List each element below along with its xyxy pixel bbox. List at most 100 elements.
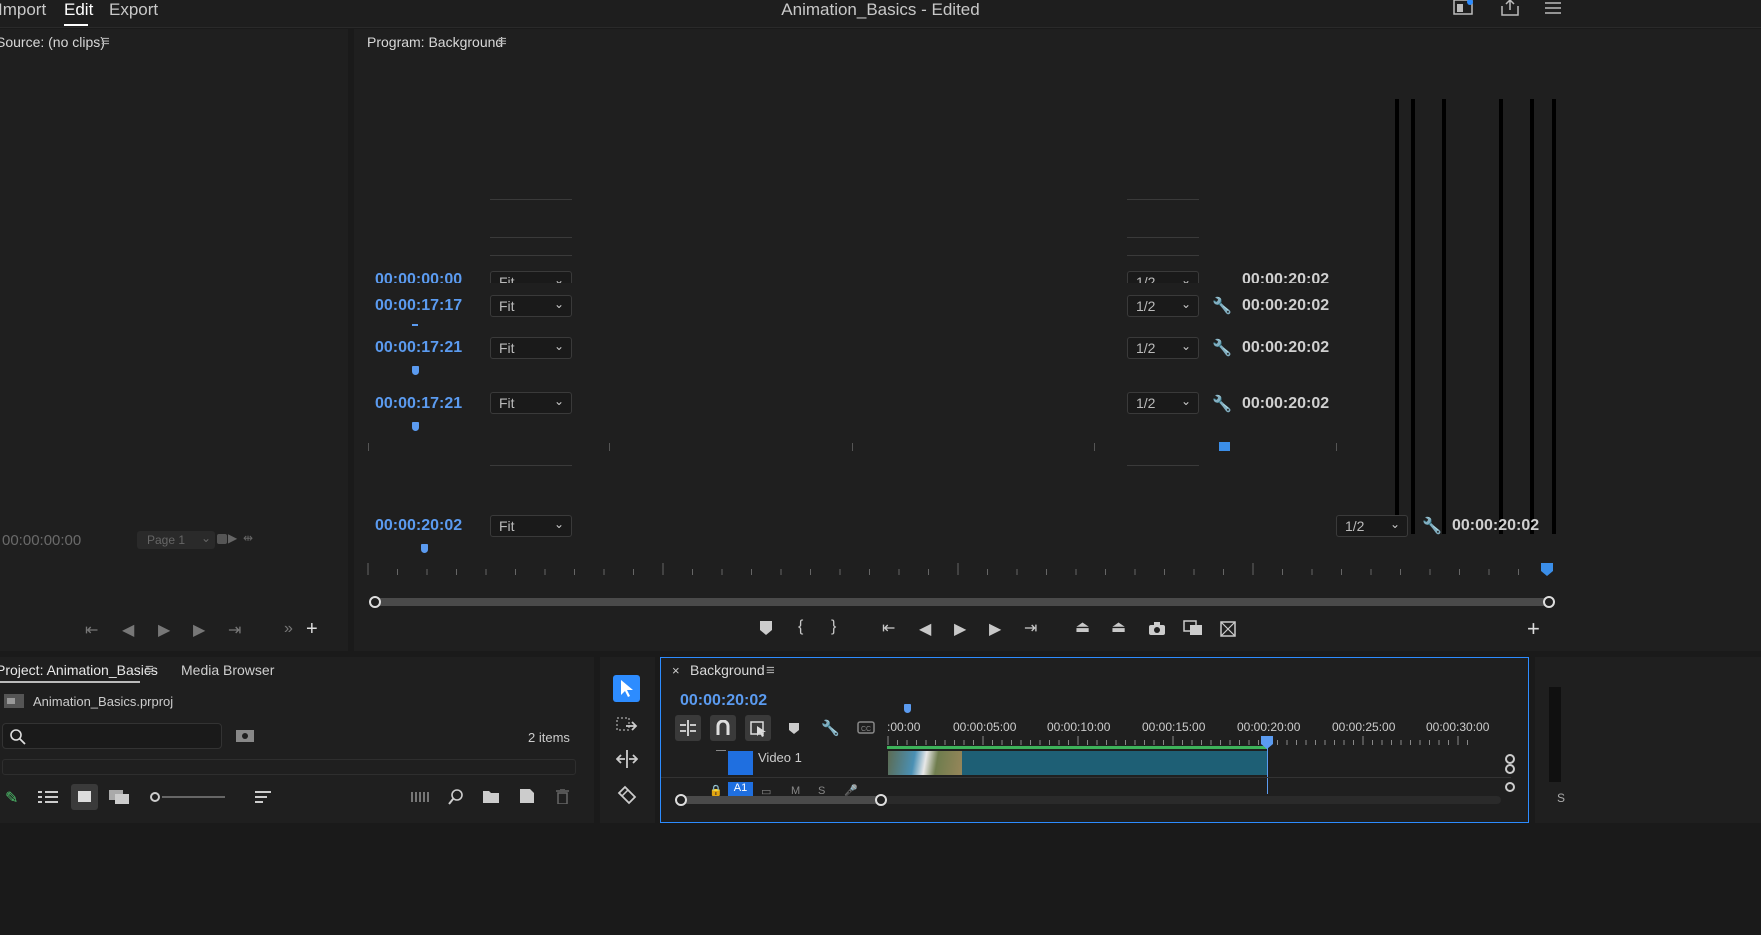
ripple-icon[interactable]: [616, 750, 638, 768]
snap-button[interactable]: [710, 715, 736, 741]
more-icon[interactable]: »: [284, 620, 293, 638]
new-bin-icon[interactable]: [483, 790, 499, 803]
nest-toggle-button[interactable]: [675, 715, 701, 741]
menu-export[interactable]: Export: [109, 0, 158, 20]
share-icon[interactable]: [1500, 0, 1520, 16]
selection-tool[interactable]: [613, 675, 640, 702]
clip-thumbnail: [888, 751, 962, 775]
button-editor-icon[interactable]: +: [1527, 616, 1540, 642]
row2-res-dropdown[interactable]: 1/2 ⌄: [1127, 337, 1199, 359]
pencil-icon[interactable]: ✎: [5, 788, 18, 808]
wrench-icon[interactable]: 🔧: [1212, 296, 1232, 316]
mark-out-icon[interactable]: }: [831, 618, 836, 636]
extract-icon[interactable]: ⏏: [1111, 617, 1126, 637]
timeline-settings-wrench-icon[interactable]: 🔧: [821, 719, 840, 737]
wrench-icon[interactable]: 🔧: [1212, 394, 1232, 414]
close-timeline-icon[interactable]: ×: [672, 663, 680, 678]
row3-fit-dropdown[interactable]: Fit ⌄: [490, 392, 572, 414]
project-menu-icon[interactable]: ≡: [145, 661, 154, 678]
go-to-in-icon[interactable]: ⇤: [882, 618, 895, 638]
workspace-icon[interactable]: [1453, 0, 1475, 16]
timeline-title[interactable]: Background: [690, 662, 765, 678]
timeline-menu-icon[interactable]: ≡: [766, 662, 775, 679]
track-select-icon[interactable]: [616, 717, 638, 735]
program-ruler[interactable]: [364, 561, 1554, 583]
audio-vscroll-knob[interactable]: [1505, 782, 1515, 792]
captions-icon[interactable]: CC: [857, 721, 875, 734]
find-icon[interactable]: [448, 789, 464, 805]
step-forward-icon[interactable]: ▶: [193, 620, 205, 640]
media-browser-tab[interactable]: Media Browser: [181, 662, 274, 678]
next-page-icon[interactable]: ▶: [228, 531, 237, 545]
page-select[interactable]: Page 1 ⌄: [137, 531, 215, 549]
zoom-slider-track[interactable]: [162, 796, 225, 798]
fit-page-icon[interactable]: ⇹: [243, 531, 253, 545]
add-button-icon[interactable]: +: [306, 618, 318, 641]
program-menu-icon[interactable]: ≡: [498, 33, 507, 50]
sort-icon[interactable]: [255, 791, 271, 803]
freeform-view-icon[interactable]: [109, 790, 131, 804]
a1-source-toggle[interactable]: A1: [728, 782, 753, 796]
scrollbar-left-handle[interactable]: [369, 596, 381, 608]
zoom-slider-knob[interactable]: [150, 792, 160, 802]
row3-res-dropdown[interactable]: 1/2 ⌄: [1127, 392, 1199, 414]
chevron-down-icon: ⌄: [1180, 273, 1191, 283]
step-back-icon[interactable]: ◀: [122, 620, 134, 640]
proxy-toggle-icon[interactable]: [1220, 621, 1236, 637]
find-bin-icon[interactable]: [236, 728, 254, 742]
settings-wrench-icon[interactable]: 🔧: [1422, 516, 1442, 536]
menu-edit[interactable]: Edit: [64, 0, 93, 20]
row1-fit-label: Fit: [499, 298, 515, 314]
timeline-timecode[interactable]: 00:00:20:02: [680, 692, 767, 710]
icon-view-button[interactable]: [71, 784, 98, 810]
render-bar: [1530, 99, 1534, 534]
razor-icon[interactable]: [617, 785, 637, 805]
step-forward-icon[interactable]: ▶: [989, 619, 1001, 639]
source-menu-icon[interactable]: ≡: [101, 33, 110, 50]
row1-res-dropdown[interactable]: 1/2 ⌄: [1127, 295, 1199, 317]
camera-icon[interactable]: [1148, 622, 1166, 636]
menu-icon[interactable]: [1545, 0, 1561, 16]
go-to-out-icon[interactable]: ⇥: [228, 620, 241, 640]
add-marker-icon[interactable]: [759, 620, 773, 636]
vscroll-top-knob[interactable]: [1505, 754, 1515, 764]
v1-target-toggle[interactable]: [728, 751, 753, 775]
project-list-area[interactable]: [2, 759, 576, 775]
row2-fit-dropdown[interactable]: Fit ⌄: [490, 337, 572, 359]
program-timecode[interactable]: 00:00:20:02: [375, 517, 462, 535]
render-bar: [1442, 99, 1446, 534]
hscroll-left-handle[interactable]: [675, 794, 687, 806]
timeline-clip[interactable]: [888, 751, 1268, 775]
play-icon[interactable]: ▶: [954, 619, 966, 639]
menu-import[interactable]: Import: [0, 0, 46, 20]
add-marker-icon[interactable]: [788, 722, 800, 735]
search-input[interactable]: [2, 723, 222, 749]
new-item-icon[interactable]: [520, 789, 534, 803]
lift-icon[interactable]: ⏏: [1075, 617, 1090, 637]
go-to-out-icon[interactable]: ⇥: [1024, 618, 1037, 638]
project-tab[interactable]: Project: Animation_Basics: [0, 662, 158, 678]
vscroll-bottom-knob[interactable]: [1505, 764, 1515, 774]
scrollbar-right-handle[interactable]: [1543, 596, 1555, 608]
comparison-view-icon[interactable]: [1183, 620, 1203, 636]
resolution-dropdown[interactable]: 1/2 ⌄: [1336, 515, 1408, 537]
wrench-icon[interactable]: 🔧: [1212, 338, 1232, 358]
list-view-icon[interactable]: [38, 790, 58, 804]
trash-icon[interactable]: [556, 789, 569, 804]
mark-in-icon[interactable]: {: [798, 618, 803, 636]
program-zoom-scrollbar[interactable]: [370, 598, 1550, 606]
timeline-hscroll-thumb[interactable]: [681, 796, 881, 804]
ghost-tick: [1336, 443, 1337, 451]
play-icon[interactable]: ▶: [158, 620, 170, 640]
timeline-ruler[interactable]: [887, 736, 1507, 750]
go-to-in-icon[interactable]: ⇤: [85, 620, 98, 640]
row1-fit-dropdown[interactable]: Fit ⌄: [490, 295, 572, 317]
fit-dropdown[interactable]: Fit ⌄: [490, 515, 572, 537]
step-back-icon[interactable]: ◀: [919, 619, 931, 639]
hscroll-right-handle[interactable]: [875, 794, 887, 806]
automate-sequence-icon[interactable]: [411, 791, 429, 803]
linked-selection-button[interactable]: [745, 715, 771, 741]
zoom-out-icon[interactable]: [217, 534, 227, 544]
chevron-down-icon: ⌄: [553, 297, 564, 311]
ghost-line: [490, 255, 572, 258]
